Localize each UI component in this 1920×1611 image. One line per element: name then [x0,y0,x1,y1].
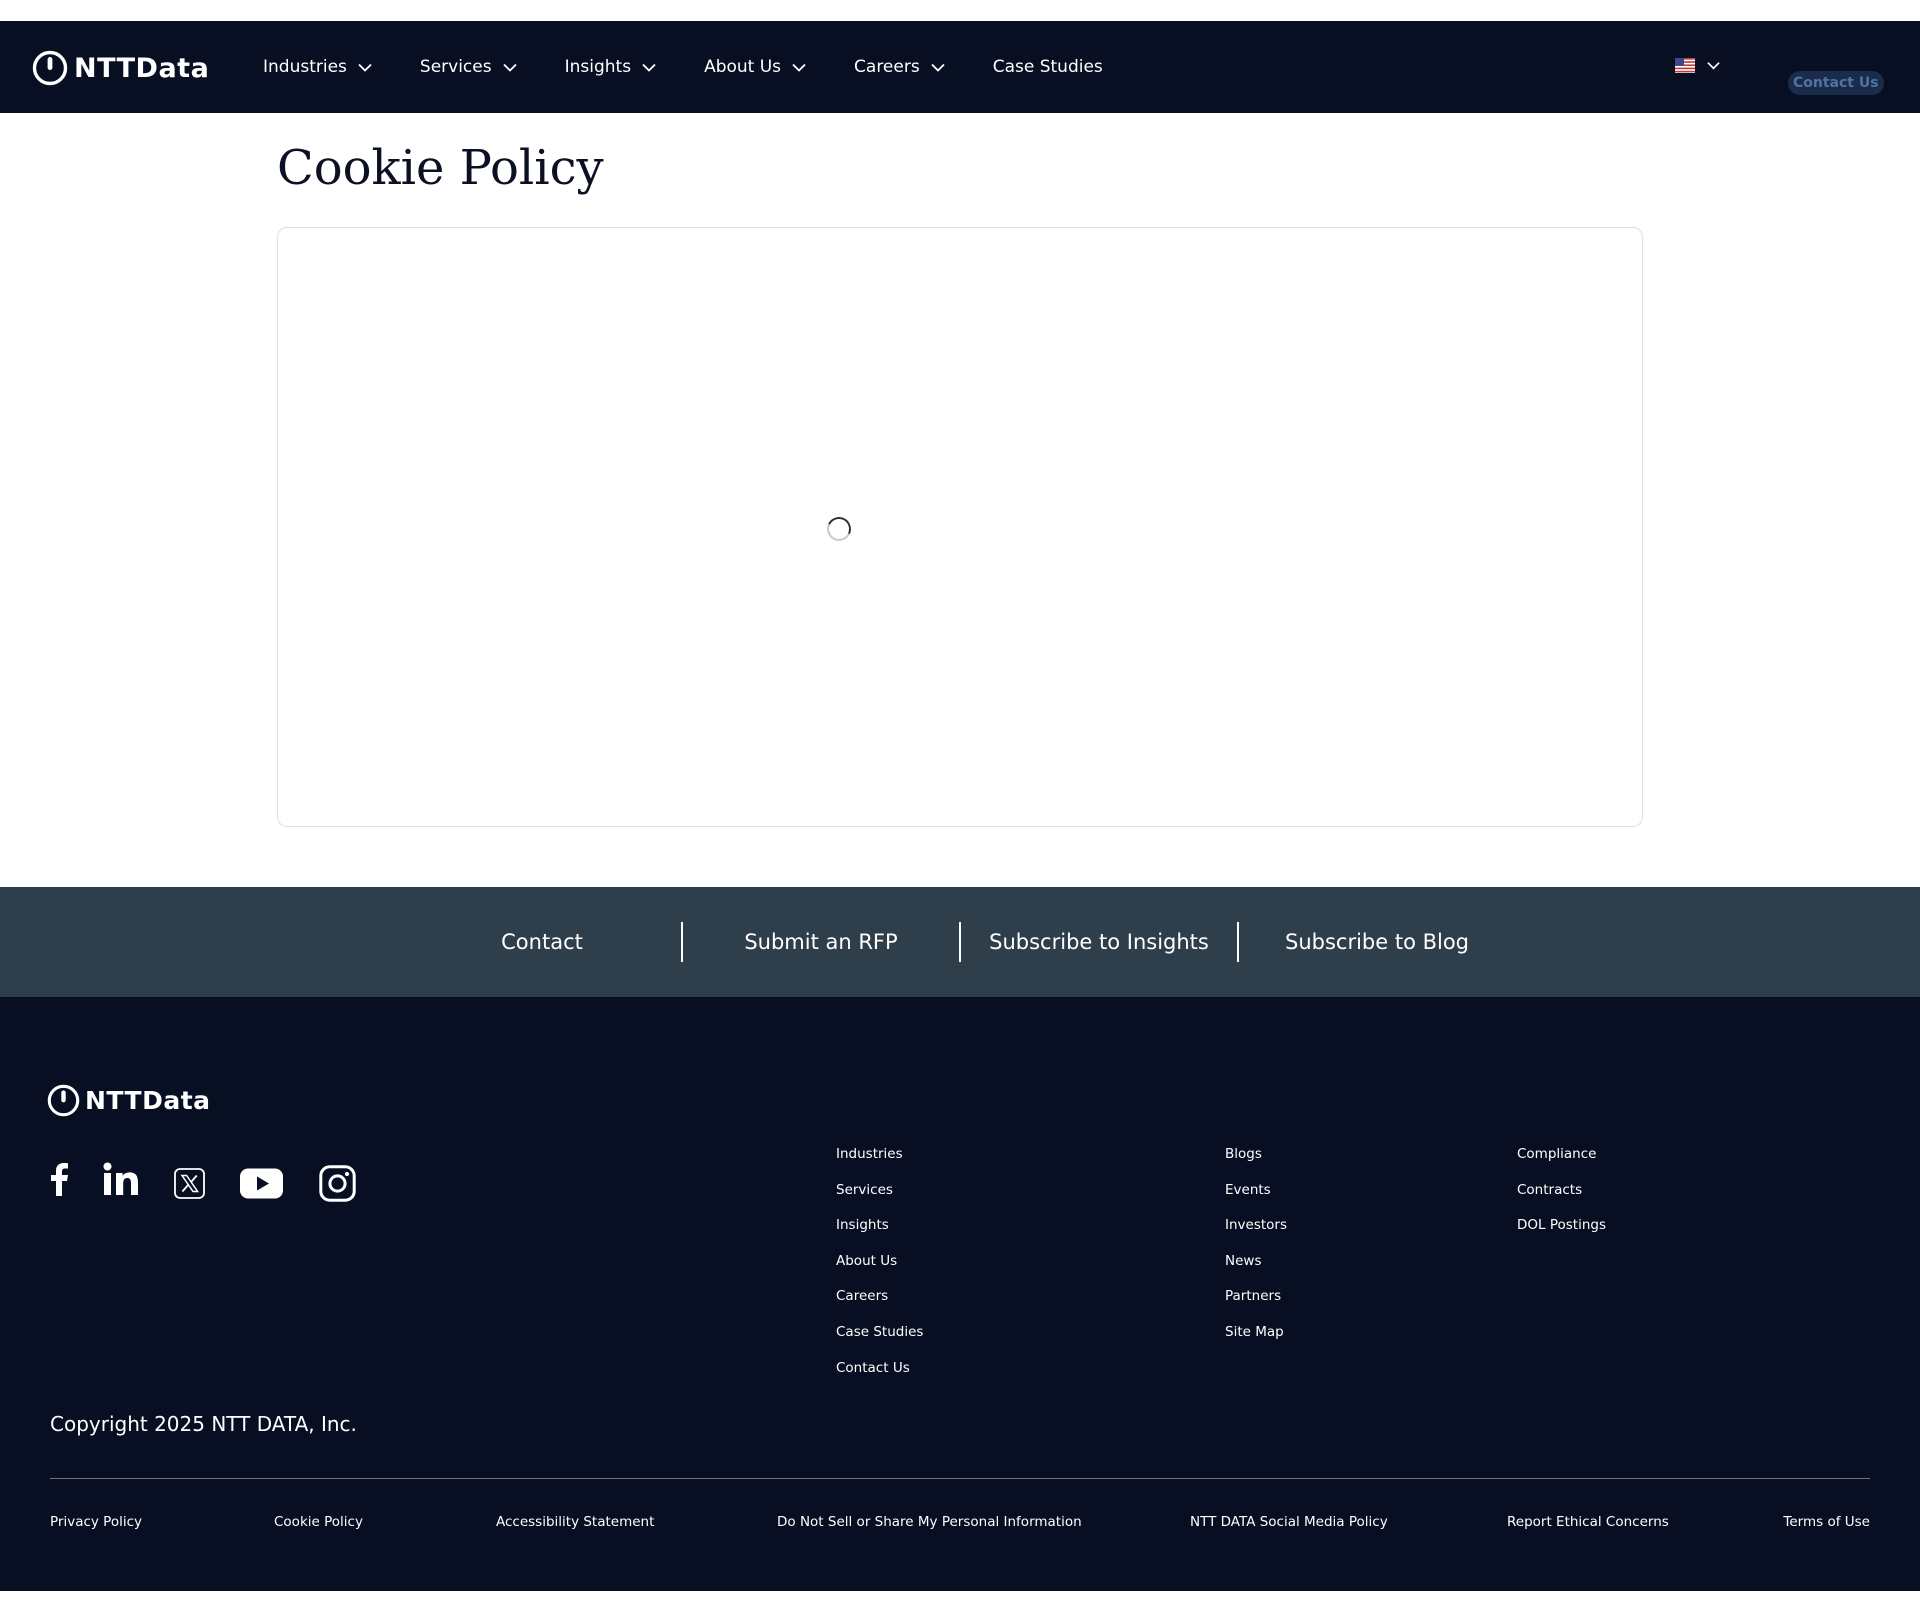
footer-link-site-map[interactable]: Site Map [1225,1323,1287,1359]
linkedin-icon[interactable] [103,1162,138,1196]
nav-label: Services [419,57,492,77]
footer-link-about-us[interactable]: About Us [836,1252,923,1288]
footer-link-contracts[interactable]: Contracts [1517,1181,1606,1217]
site-footer: NTTData Industries Services Insights Abo… [0,997,1920,1591]
nav-item-services[interactable]: Services [420,57,517,77]
chevron-down-icon [358,63,372,72]
nav-label: Insights [564,57,632,77]
footer-divider [50,1478,1870,1479]
footer-column-compliance: Compliance Contracts DOL Postings [1517,1145,1606,1252]
nav-item-careers[interactable]: Careers [854,57,945,77]
contact-us-button[interactable]: Contact Us [1788,71,1884,95]
cta-subscribe-insights[interactable]: Subscribe to Insights [961,887,1237,997]
footer-ntt-data-logo[interactable]: NTTData [47,1084,211,1117]
page-title: Cookie Policy [277,140,604,196]
footer-link-partners[interactable]: Partners [1225,1287,1287,1323]
main-nav: Industries Services Insights About Us Ca… [263,21,1103,113]
footer-link-news[interactable]: News [1225,1252,1287,1288]
footer-link-services[interactable]: Services [836,1181,923,1217]
legal-link-accessibility-statement[interactable]: Accessibility Statement [496,1514,654,1530]
nav-label: Careers [854,57,920,77]
x-twitter-icon[interactable] [174,1168,205,1199]
footer-link-insights[interactable]: Insights [836,1216,923,1252]
ntt-data-logo[interactable]: NTTData [32,50,209,86]
nav-item-case-studies[interactable]: Case Studies [993,57,1103,77]
ntt-power-logo-icon [47,1084,80,1117]
footer-column-main: Industries Services Insights About Us Ca… [836,1145,923,1394]
legal-link-do-not-sell[interactable]: Do Not Sell or Share My Personal Informa… [777,1514,1082,1530]
footer-link-industries[interactable]: Industries [836,1145,923,1181]
chevron-down-icon [931,63,945,72]
language-selector[interactable] [1675,58,1720,73]
logo-wordmark: NTTData [74,52,210,84]
nav-label: Case Studies [992,57,1103,77]
legal-link-report-ethical-concerns[interactable]: Report Ethical Concerns [1507,1514,1669,1530]
cta-contact[interactable]: Contact [402,887,682,997]
copyright-text: Copyright 2025 NTT DATA, Inc. [50,1412,357,1436]
facebook-icon[interactable] [49,1162,69,1196]
footer-link-compliance[interactable]: Compliance [1517,1145,1606,1181]
cta-subscribe-blog[interactable]: Subscribe to Blog [1239,887,1515,997]
footer-column-company: Blogs Events Investors News Partners Sit… [1225,1145,1287,1359]
chevron-down-icon [642,63,656,72]
chevron-down-icon [792,63,806,72]
cta-band: Contact Submit an RFP Subscribe to Insig… [0,887,1920,997]
footer-link-careers[interactable]: Careers [836,1287,923,1323]
nav-label: Industries [263,57,347,77]
logo-wordmark: NTTData [85,1086,211,1115]
chevron-down-icon [1707,62,1720,70]
nav-item-insights[interactable]: Insights [565,57,656,77]
instagram-icon[interactable] [319,1165,356,1202]
footer-link-investors[interactable]: Investors [1225,1216,1287,1252]
cta-submit-rfp[interactable]: Submit an RFP [683,887,959,997]
footer-link-events[interactable]: Events [1225,1181,1287,1217]
legal-link-terms-of-use[interactable]: Terms of Use [1783,1514,1870,1530]
legal-link-social-media-policy[interactable]: NTT DATA Social Media Policy [1190,1514,1388,1530]
nav-item-about-us[interactable]: About Us [704,57,806,77]
nav-item-industries[interactable]: Industries [263,57,372,77]
chevron-down-icon [502,63,517,72]
footer-link-dol-postings[interactable]: DOL Postings [1517,1216,1606,1252]
legal-link-privacy-policy[interactable]: Privacy Policy [50,1514,142,1530]
cookie-policy-content-frame [277,227,1643,827]
footer-link-blogs[interactable]: Blogs [1225,1145,1287,1181]
footer-link-contact-us[interactable]: Contact Us [836,1359,923,1395]
spinner-icon [823,513,855,545]
footer-link-case-studies[interactable]: Case Studies [836,1323,923,1359]
site-header: NTTData Industries Services Insights Abo… [0,21,1920,113]
nav-label: About Us [704,57,782,77]
legal-link-cookie-policy[interactable]: Cookie Policy [274,1514,363,1530]
us-flag-icon [1675,58,1695,73]
youtube-icon[interactable] [240,1168,283,1199]
ntt-power-logo-icon [32,50,68,86]
